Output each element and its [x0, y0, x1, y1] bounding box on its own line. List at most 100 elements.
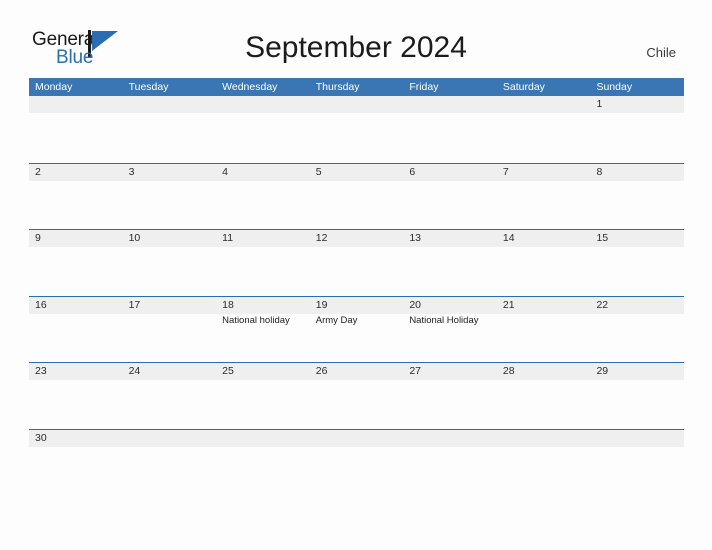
calendar-day-cell-empty — [29, 96, 123, 113]
holiday-label: Army Day — [315, 314, 358, 326]
weekday-header-tuesday: Tuesday — [128, 81, 169, 93]
day-number: 12 — [315, 232, 328, 245]
calendar-day-cell-empty — [497, 430, 591, 447]
calendar-day-cell-13[interactable]: 13 — [403, 230, 497, 247]
day-number: 9 — [35, 232, 41, 245]
calendar-day-cell-28[interactable]: 28 — [497, 363, 591, 380]
day-number: 4 — [222, 165, 228, 178]
day-number: 13 — [409, 232, 421, 245]
day-number: 1 — [596, 98, 603, 110]
weekday-header-thursday: Thursday — [315, 81, 360, 93]
calendar-day-cell-19[interactable]: 19 Army Day — [310, 297, 404, 326]
day-number: 15 — [596, 232, 609, 245]
calendar-day-cell-29[interactable]: 29 — [590, 363, 684, 380]
calendar-day-cell-empty — [123, 430, 217, 447]
calendar-week-row: 2 3 4 5 6 7 8 — [29, 162, 684, 230]
day-number: 29 — [596, 365, 609, 378]
day-number: 23 — [35, 365, 47, 378]
day-events: Army Day — [316, 314, 410, 327]
calendar-day-cell-14[interactable]: 14 — [497, 230, 591, 247]
calendar-body: 1 2 3 4 5 6 7 8 9 10 11 12 13 14 15 16 17 18 National holi… — [29, 96, 684, 496]
country-label: Chile — [646, 45, 676, 60]
calendar-week-row: 23 24 25 26 27 28 29 — [29, 362, 684, 429]
calendar-day-cell-25[interactable]: 25 — [216, 363, 310, 380]
calendar-day-cell-20[interactable]: 20 National Holiday — [403, 297, 497, 326]
calendar-day-cell-5[interactable]: 5 — [310, 164, 404, 181]
day-number: 24 — [128, 365, 141, 378]
calendar-day-cell-16[interactable]: 16 — [29, 297, 123, 314]
week-day-number-band: 9 10 11 12 13 14 15 — [29, 230, 684, 248]
week-day-number-band: 23 24 25 26 27 28 29 — [29, 363, 684, 381]
calendar-day-cell-22[interactable]: 22 — [590, 297, 684, 314]
calendar-day-cell-empty — [310, 430, 404, 447]
calendar-day-cell-15[interactable]: 15 — [590, 230, 684, 247]
day-number: 20 — [409, 298, 421, 311]
weekday-header-saturday: Saturday — [502, 81, 545, 93]
week-day-number-band: 1 — [29, 96, 684, 113]
calendar-week-row: 30 — [29, 428, 684, 496]
day-number: 7 — [502, 165, 509, 178]
day-number: 3 — [128, 165, 135, 178]
calendar-day-cell-empty — [216, 430, 310, 447]
calendar-day-cell-30[interactable]: 30 — [29, 430, 123, 447]
calendar-day-cell-empty — [310, 96, 404, 113]
calendar-week-row: 1 — [29, 96, 684, 163]
day-number: 25 — [222, 365, 234, 378]
day-number: 17 — [128, 298, 141, 311]
calendar-day-cell-24[interactable]: 24 — [123, 363, 217, 380]
calendar-day-cell-12[interactable]: 12 — [310, 230, 404, 247]
calendar-day-cell-4[interactable]: 4 — [216, 164, 310, 181]
day-number: 8 — [596, 165, 603, 178]
calendar-day-cell-8[interactable]: 8 — [590, 164, 684, 181]
weekday-header-friday: Friday — [409, 81, 439, 93]
weekday-header-wednesday: Wednesday — [222, 81, 278, 93]
weekday-header-row: Monday Tuesday Wednesday Thursday Friday Satu… — [29, 78, 684, 96]
calendar-day-cell-1[interactable]: 1 — [590, 96, 684, 113]
day-number: 21 — [502, 298, 515, 311]
calendar-day-cell-empty — [216, 96, 310, 113]
calendar-day-cell-17[interactable]: 17 — [123, 297, 217, 314]
calendar-day-cell-11[interactable]: 11 — [216, 230, 310, 247]
day-number: 11 — [222, 232, 234, 245]
page-title: September 2024 — [245, 31, 467, 64]
day-events: National holiday — [222, 314, 316, 327]
calendar-week-row: 16 17 18 National holiday 19 Army Day 20 Nation… — [29, 295, 684, 363]
day-number: 14 — [502, 232, 515, 245]
week-day-number-band: 30 — [29, 429, 684, 447]
day-number: 22 — [596, 298, 609, 311]
calendar-day-cell-9[interactable]: 9 — [29, 230, 123, 247]
weekday-header-monday: Monday — [35, 81, 73, 93]
calendar-day-cell-empty — [403, 96, 497, 113]
calendar-week-row: 9 10 11 12 13 14 15 — [29, 229, 684, 296]
day-number: 19 — [315, 298, 328, 311]
day-number: 26 — [315, 365, 328, 378]
calendar-day-cell-3[interactable]: 3 — [123, 164, 217, 181]
calendar-day-cell-27[interactable]: 27 — [403, 363, 497, 380]
calendar-day-cell-21[interactable]: 21 — [497, 297, 591, 314]
calendar-day-cell-2[interactable]: 2 — [29, 164, 123, 181]
day-number: 6 — [409, 165, 416, 178]
day-number: 16 — [35, 298, 47, 311]
day-number: 10 — [128, 232, 141, 245]
weekday-header-sunday: Sunday — [596, 81, 633, 93]
day-events: National Holiday — [409, 314, 503, 327]
day-number: 30 — [35, 431, 47, 444]
page-header: General Blue September 2024 Chile — [0, 0, 712, 78]
calendar-day-cell-26[interactable]: 26 — [310, 363, 404, 380]
calendar-day-cell-7[interactable]: 7 — [497, 164, 591, 181]
calendar-day-cell-23[interactable]: 23 — [29, 363, 123, 380]
calendar-day-cell-empty — [590, 430, 684, 447]
holiday-label: National holiday — [222, 314, 290, 326]
day-number: 2 — [35, 165, 41, 178]
calendar-day-cell-empty — [403, 430, 497, 447]
calendar-day-cell-empty — [497, 96, 591, 113]
week-day-number-band: 16 17 18 National holiday 19 Army Day 20 Nation… — [29, 296, 684, 326]
calendar-day-cell-6[interactable]: 6 — [403, 164, 497, 181]
holiday-label: National Holiday — [409, 314, 479, 326]
week-day-number-band: 2 3 4 5 6 7 8 — [29, 163, 684, 181]
day-number: 27 — [409, 365, 421, 378]
day-number: 28 — [502, 365, 515, 378]
calendar-day-cell-18[interactable]: 18 National holiday — [216, 297, 310, 326]
calendar-grid: Monday Tuesday Wednesday Thursday Friday Satu… — [29, 78, 684, 496]
calendar-day-cell-10[interactable]: 10 — [123, 230, 217, 247]
